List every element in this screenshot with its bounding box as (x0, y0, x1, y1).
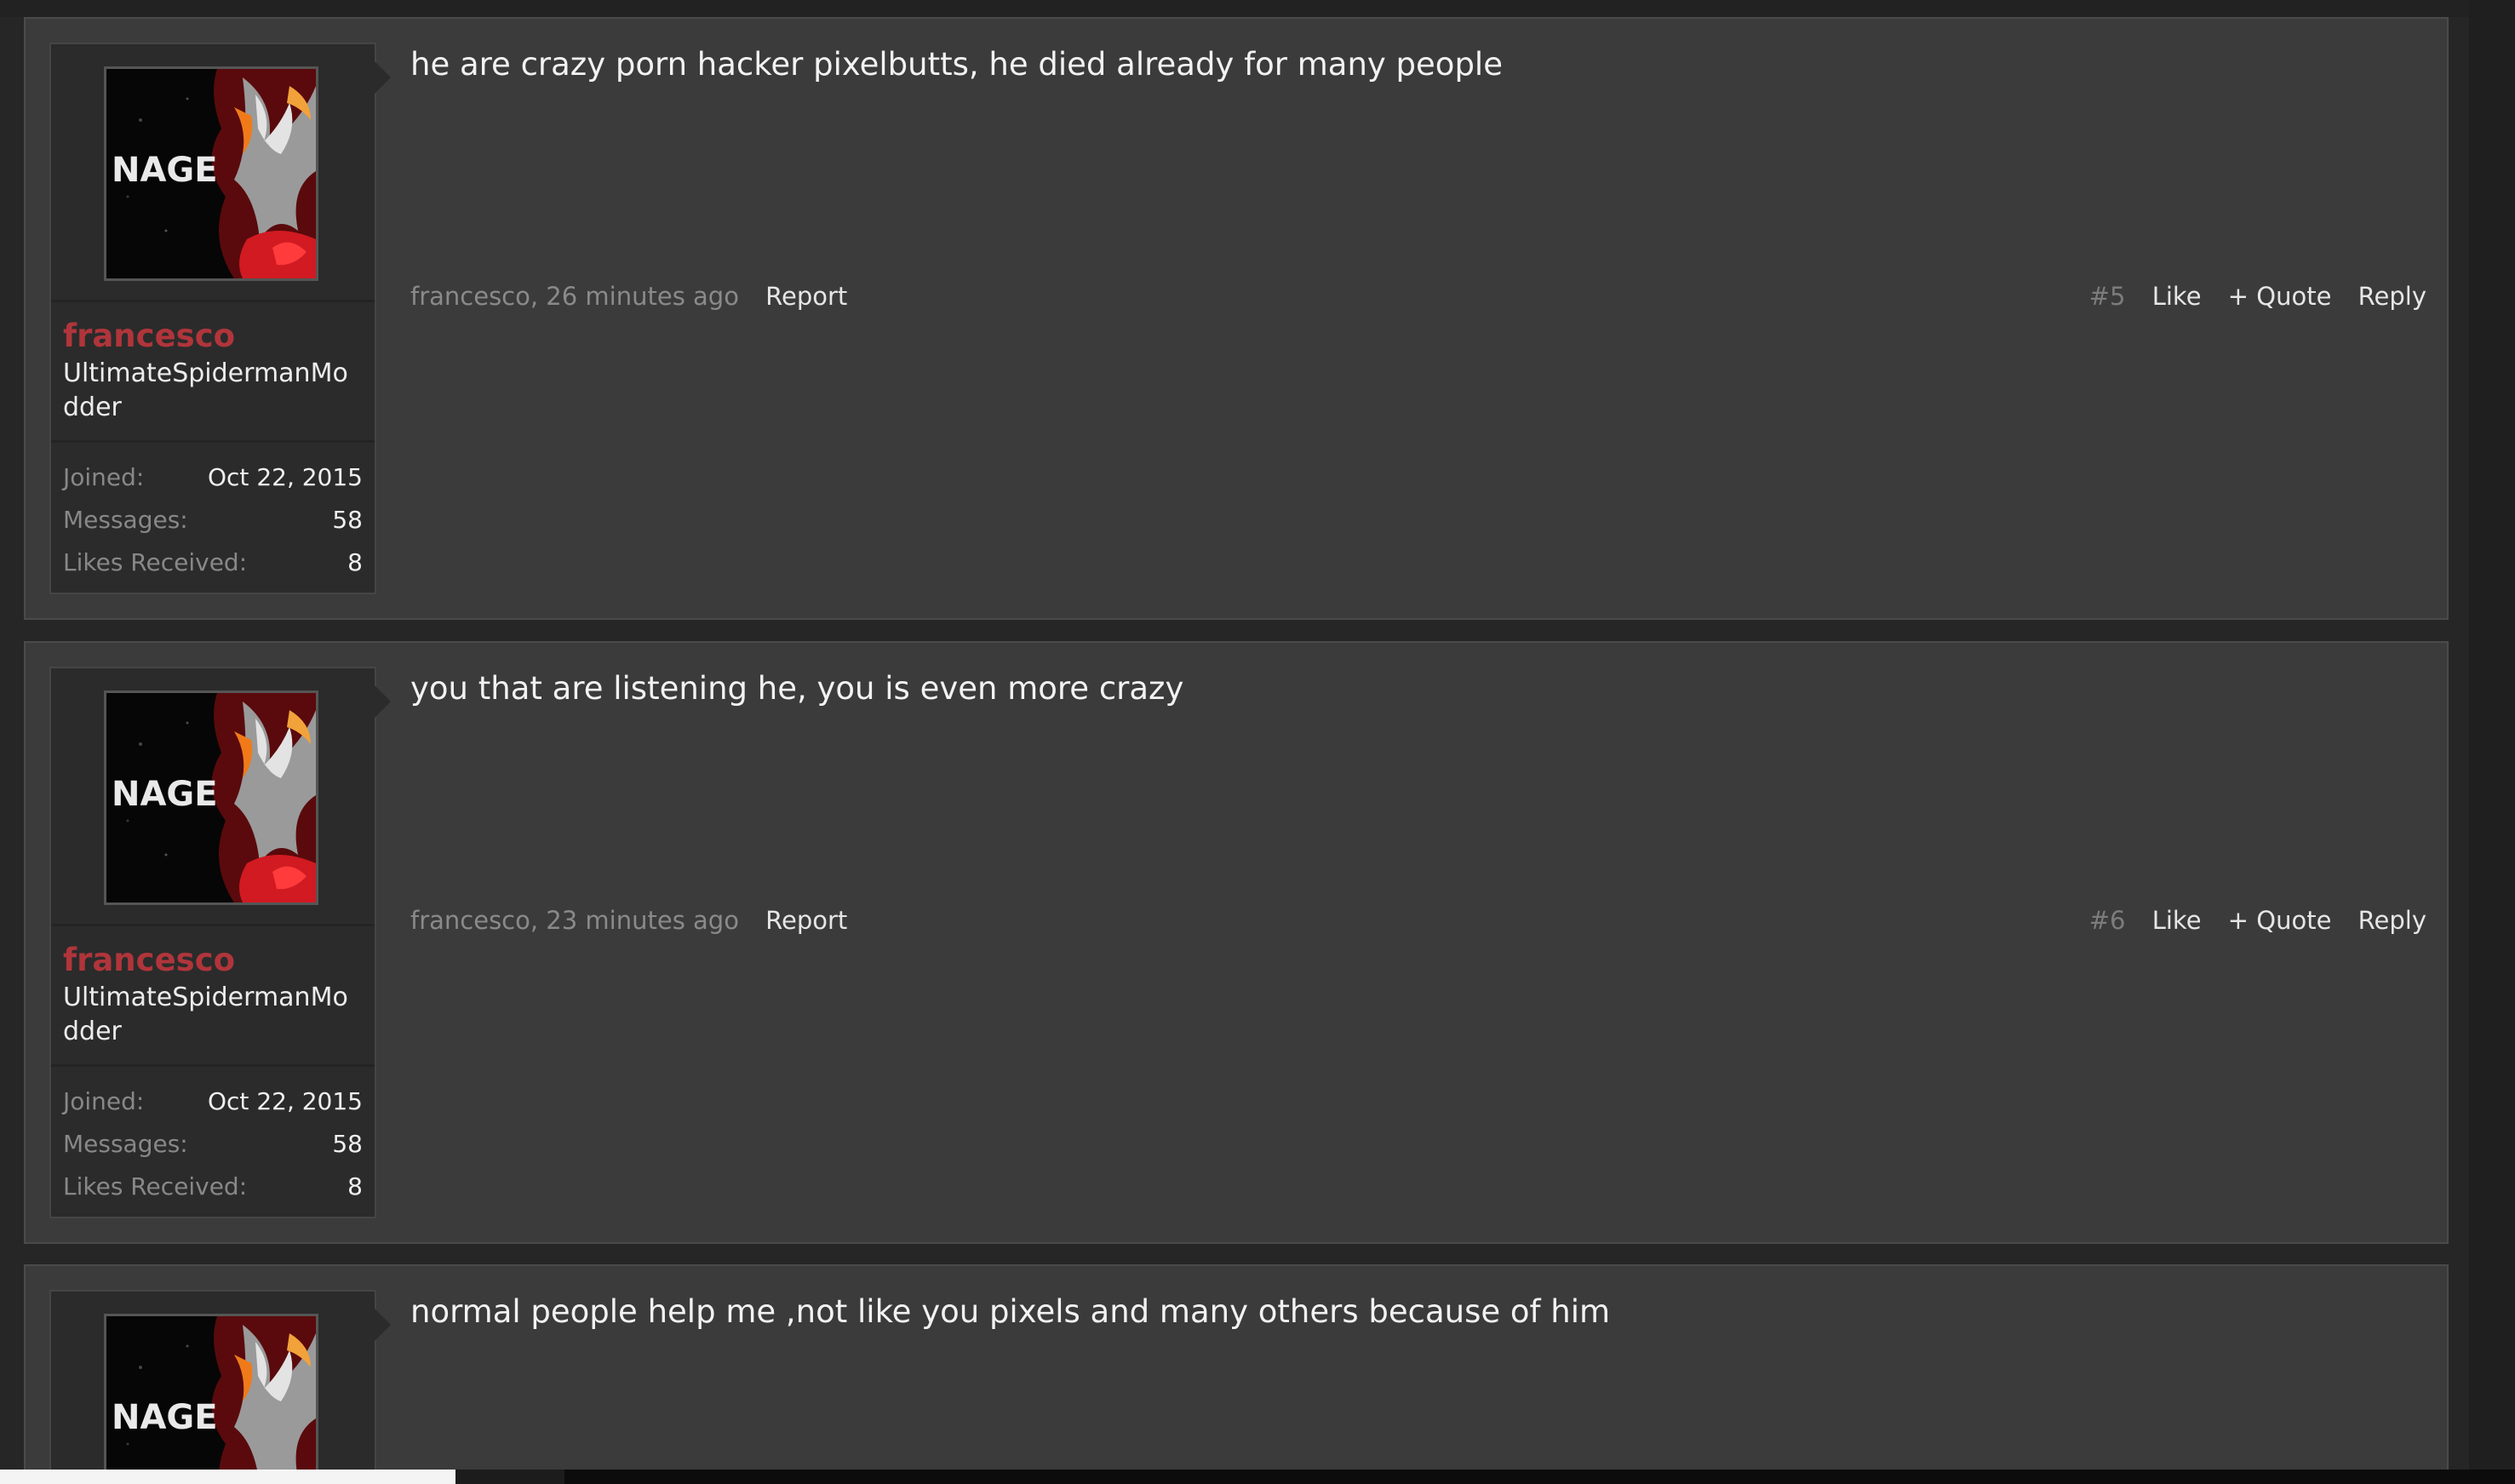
stat-likes-received: Likes Received: 8 (63, 1166, 363, 1208)
user-panel: NAGE francesco UltimateSpidermanModder J… (49, 43, 376, 594)
avatar-image: NAGE (106, 1316, 316, 1484)
top-strip (0, 0, 2515, 17)
post-author-time[interactable]: francesco, 26 minutes ago (410, 282, 739, 311)
avatar-image: NAGE (106, 69, 316, 278)
post: NAGE francesco UltimateSpidermanModder J… (24, 641, 2449, 1244)
user-title: UltimateSpidermanModder (63, 983, 348, 1046)
stat-value: Oct 22, 2015 (208, 1087, 363, 1115)
post-meta: francesco, 26 minutes ago Report (410, 279, 847, 313)
stat-joined: Joined: Oct 22, 2015 (63, 456, 363, 499)
like-link[interactable]: Like (2152, 282, 2202, 311)
stat-value: 8 (347, 548, 363, 576)
userpanel-arrow (375, 61, 391, 94)
taskbar-left-segment (0, 1470, 455, 1484)
avatar-area: NAGE (51, 1292, 375, 1484)
user-panel: NAGE (49, 1290, 376, 1484)
taskbar-right-segment (564, 1470, 2515, 1484)
quote-link[interactable]: + Quote (2228, 906, 2332, 935)
post-controls: #5 Like + Quote Reply (2089, 279, 2426, 313)
username-link[interactable]: francesco (63, 940, 363, 981)
stat-value[interactable]: 58 (332, 499, 363, 541)
post-message: you that are listening he, you is even m… (410, 670, 1184, 707)
post-author-time[interactable]: francesco, 23 minutes ago (410, 906, 739, 935)
post-number-link[interactable]: #6 (2089, 906, 2126, 935)
stat-messages: Messages: 58 (63, 1123, 363, 1166)
reply-link[interactable]: Reply (2358, 282, 2426, 311)
user-info: francesco UltimateSpidermanModder (51, 302, 375, 443)
post-message: he are crazy porn hacker pixelbutts, he … (410, 46, 1503, 83)
stat-label: Messages: (63, 506, 188, 534)
stat-messages: Messages: 58 (63, 499, 363, 541)
userpanel-arrow (375, 1309, 391, 1341)
avatar-area: NAGE (51, 44, 375, 302)
post: NAGE francesco UltimateSpidermanModder J… (24, 17, 2449, 620)
post-message: normal people help me ,not like you pixe… (410, 1293, 1611, 1330)
avatar[interactable]: NAGE (104, 1314, 318, 1484)
username-link[interactable]: francesco (63, 316, 363, 357)
stat-value: 8 (347, 1172, 363, 1200)
taskbar-gap (455, 1470, 564, 1484)
stat-value: Oct 22, 2015 (208, 463, 363, 491)
avatar[interactable]: NAGE (104, 66, 318, 281)
stat-label: Messages: (63, 1130, 188, 1158)
stat-label: Likes Received: (63, 548, 248, 576)
avatar-logo-text: NAGE (112, 775, 218, 814)
quote-link[interactable]: + Quote (2228, 282, 2332, 311)
post-controls: #6 Like + Quote Reply (2089, 903, 2426, 937)
user-title: UltimateSpidermanModder (63, 358, 348, 422)
stat-value[interactable]: 58 (332, 1123, 363, 1166)
stat-label: Likes Received: (63, 1172, 248, 1200)
user-info: francesco UltimateSpidermanModder (51, 926, 375, 1067)
avatar-logo-text: NAGE (112, 151, 218, 190)
report-link[interactable]: Report (765, 906, 847, 935)
stat-likes-received: Likes Received: 8 (63, 541, 363, 584)
user-stats: Joined: Oct 22, 2015 Messages: 58 Likes … (51, 443, 375, 593)
userpanel-arrow (375, 685, 391, 718)
avatar[interactable]: NAGE (104, 690, 318, 905)
avatar-logo-text: NAGE (112, 1398, 218, 1437)
post-meta: francesco, 23 minutes ago Report (410, 903, 847, 937)
report-link[interactable]: Report (765, 282, 847, 311)
forum-thread-page: NAGE francesco UltimateSpidermanModder J… (0, 0, 2515, 1484)
reply-link[interactable]: Reply (2358, 906, 2426, 935)
page-gutter (2469, 0, 2515, 1484)
post: NAGE normal people help me ,not like you… (24, 1264, 2449, 1484)
user-stats: Joined: Oct 22, 2015 Messages: 58 Likes … (51, 1067, 375, 1217)
avatar-image: NAGE (106, 693, 316, 902)
stat-label: Joined: (63, 463, 145, 491)
user-panel: NAGE francesco UltimateSpidermanModder J… (49, 667, 376, 1218)
stat-label: Joined: (63, 1087, 145, 1115)
post-number-link[interactable]: #5 (2089, 282, 2126, 311)
stat-joined: Joined: Oct 22, 2015 (63, 1080, 363, 1123)
avatar-area: NAGE (51, 668, 375, 926)
like-link[interactable]: Like (2152, 906, 2202, 935)
